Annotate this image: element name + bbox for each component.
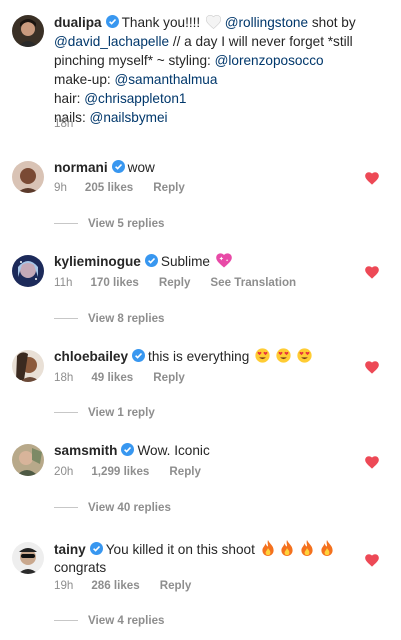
caption-text: hair: [54,91,85,106]
view-replies-button[interactable]: View 5 replies [54,217,164,230]
reply-button[interactable]: Reply [153,371,185,384]
comment-text: You killed it on this shoot [105,542,255,557]
white-heart-icon [205,15,221,29]
replies-divider [54,223,78,224]
comment-time: 11h [54,276,73,289]
replies-divider [54,318,78,319]
comment-time: 9h [54,181,67,194]
view-replies-button[interactable]: View 4 replies [54,614,164,627]
verified-badge-icon [144,254,158,267]
comment-username[interactable]: tainy [54,542,86,557]
reply-button[interactable]: Reply [153,181,185,194]
fire-emoji-icon [261,540,275,556]
view-replies-label: View 5 replies [88,217,165,230]
sparkling-heart-icon [215,253,232,268]
view-replies-label: View 4 replies [88,614,165,627]
heart-eyes-emoji-icon [255,348,270,363]
like-heart-icon[interactable] [365,266,379,279]
view-replies-button[interactable]: View 40 replies [54,501,171,514]
comment-chloebailey: chloebailey this is everything [54,348,383,366]
caption: dualipa Thank you!!!! @rollingstone shot … [54,13,383,127]
comment-text: Wow. Iconic [137,443,210,458]
mention-link[interactable]: @david_lachapelle [54,34,169,49]
view-replies-label: View 8 replies [88,312,165,325]
heart-eyes-emoji-icon [276,348,291,363]
like-heart-icon[interactable] [365,554,379,567]
comment-meta: 18h 49 likes Reply [54,371,205,384]
like-heart-icon[interactable] [365,172,379,185]
comment-time: 19h [54,579,74,592]
likes-count[interactable]: 170 likes [90,276,138,289]
comment-tainy: tainy You killed it on this shoot congrat… [54,540,383,577]
caption-text: Thank you!!!! [121,15,204,30]
likes-count[interactable]: 286 likes [91,579,139,592]
like-heart-icon[interactable] [365,361,379,374]
likes-count[interactable]: 1,299 likes [91,465,149,478]
caption-text: shot by [308,15,356,30]
avatar-chloebailey[interactable] [12,350,44,382]
view-replies-button[interactable]: View 1 reply [54,406,155,419]
replies-divider [54,412,78,413]
comment-username[interactable]: samsmith [54,443,117,458]
mention-link[interactable]: @samanthalmua [114,72,217,87]
comment-time: 20h [54,465,74,478]
replies-divider [54,507,78,508]
comment-meta: 19h 286 likes Reply [54,579,211,592]
comment-username[interactable]: kylieminogue [54,254,141,269]
heart-eyes-emoji-icon [297,348,312,363]
view-replies-label: View 1 reply [88,406,155,419]
comment-kylieminogue: kylieminogue Sublime [54,253,383,271]
reply-button[interactable]: Reply [169,465,201,478]
comment-meta: 11h 170 likes Reply See Translation [54,276,316,289]
comment-username[interactable]: normani [54,160,108,175]
caption-username[interactable]: dualipa [54,15,102,30]
verified-badge-icon [105,14,119,28]
comment-meta: 9h 205 likes Reply [54,181,205,194]
view-replies-label: View 40 replies [88,501,171,514]
mention-link[interactable]: @nailsbymei [90,110,168,125]
fire-emoji-icon [320,540,334,556]
avatar-samsmith[interactable] [12,444,44,476]
avatar-dualipa[interactable] [12,15,44,47]
fire-emoji-icon [280,540,294,556]
comment-samsmith: samsmith Wow. Iconic [54,442,383,460]
likes-count[interactable]: 49 likes [91,371,133,384]
verified-badge-icon [121,443,135,456]
mention-link[interactable]: @rollingstone [225,15,308,30]
avatar-kylieminogue[interactable] [12,255,44,287]
see-translation-button[interactable]: See Translation [210,276,296,289]
comment-username[interactable]: chloebailey [54,349,128,364]
comment-normani: normani wow [54,159,383,177]
caption-time: 18h [54,117,74,130]
mention-link[interactable]: @lorenzoposocco [215,53,324,68]
caption-meta: 18h [54,117,91,130]
verified-badge-icon [89,542,103,555]
mention-link[interactable]: @chrisappleton1 [84,91,186,106]
comment-text: this is everything [148,349,250,364]
avatar-tainy[interactable] [12,542,44,574]
avatar-normani[interactable] [12,161,44,193]
verified-badge-icon [111,160,125,173]
caption-body: Thank you!!!! @rollingstone shot by @dav… [54,15,356,125]
likes-count[interactable]: 205 likes [85,181,133,194]
reply-button[interactable]: Reply [160,579,192,592]
reply-button[interactable]: Reply [159,276,191,289]
replies-divider [54,620,78,621]
caption-text: make-up: [54,72,115,87]
comment-text: Sublime [160,254,210,269]
comments-page: dualipa Thank you!!!! @rollingstone shot … [0,0,401,640]
like-heart-icon[interactable] [365,456,379,469]
comment-time: 18h [54,371,74,384]
comment-text-line2: congrats [54,560,107,575]
comment-meta: 20h 1,299 likes Reply [54,465,221,478]
view-replies-button[interactable]: View 8 replies [54,312,164,325]
fire-emoji-icon [300,540,314,556]
comment-text: wow [127,160,155,175]
verified-badge-icon [132,349,146,362]
